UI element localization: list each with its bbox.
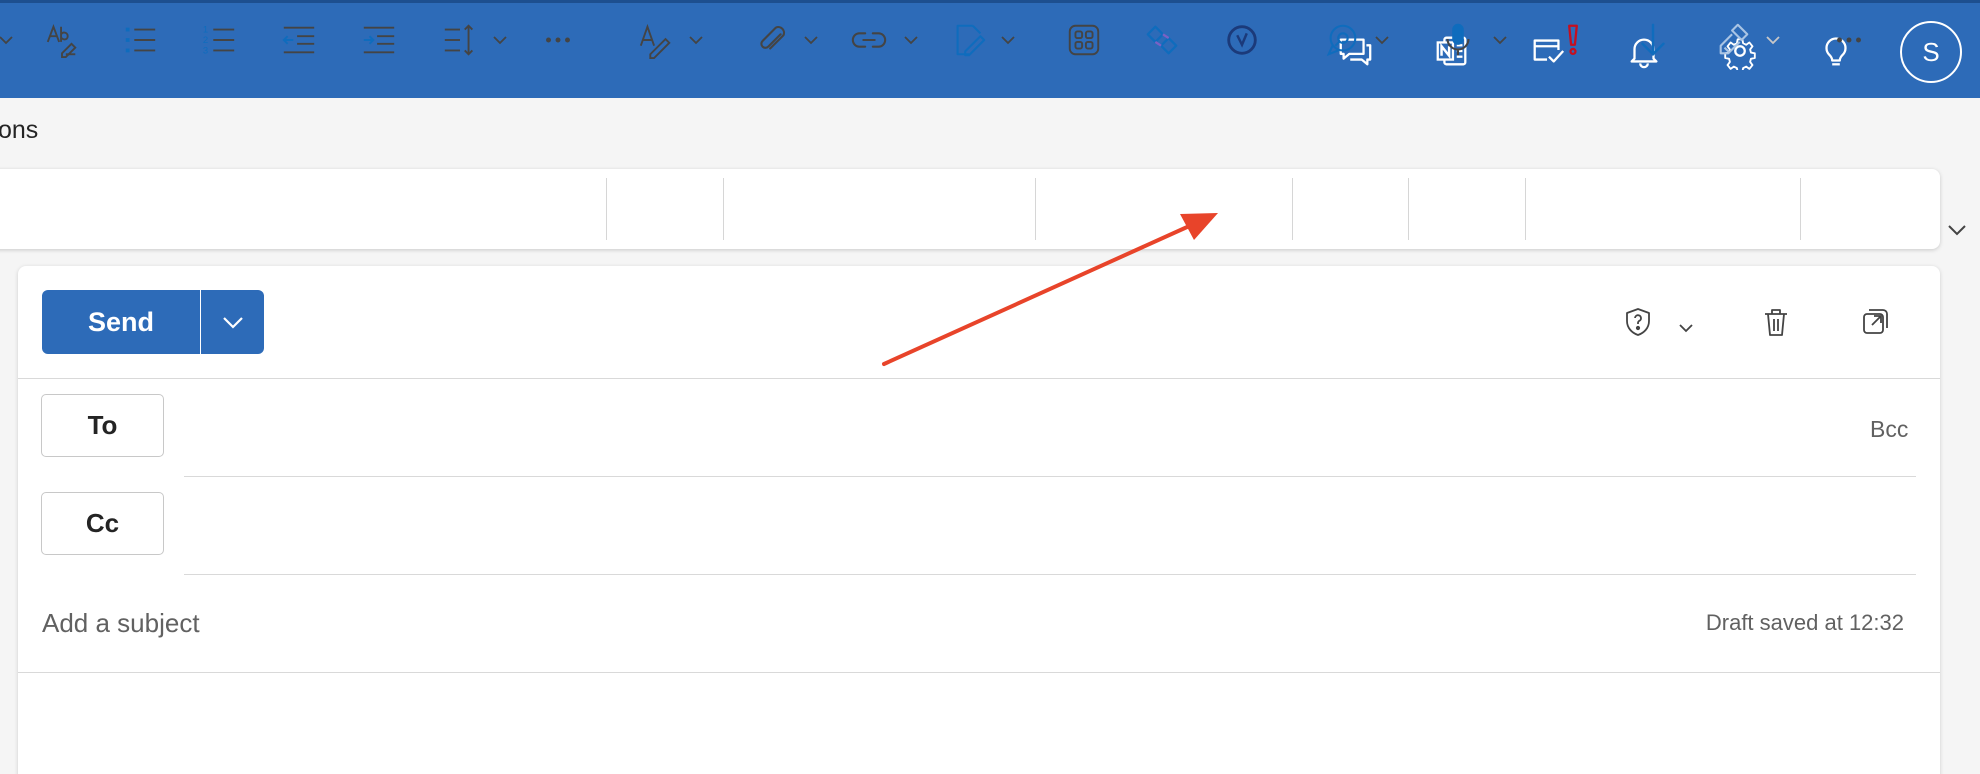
chevron-down-icon[interactable] <box>998 28 1018 52</box>
more-icon[interactable] <box>534 16 582 64</box>
delete-icon[interactable] <box>1758 304 1794 340</box>
toolbar-divider <box>1035 178 1036 240</box>
chevron-down-icon[interactable] <box>1676 316 1696 340</box>
decrease-indent-icon[interactable] <box>275 16 323 64</box>
bcc-button[interactable]: Bcc <box>1870 416 1908 443</box>
svg-text:3: 3 <box>203 45 208 56</box>
chevron-down-icon[interactable] <box>1372 28 1392 52</box>
viva-icon[interactable] <box>1218 16 1266 64</box>
divider <box>18 672 1940 673</box>
toolbar-divider <box>1525 178 1526 240</box>
chevron-down-icon[interactable] <box>0 28 16 52</box>
more-options-icon[interactable] <box>1825 16 1873 64</box>
svg-text:1: 1 <box>203 24 208 35</box>
to-field-underline <box>184 476 1916 477</box>
feedback-icon[interactable] <box>1318 16 1366 64</box>
editor-icon[interactable] <box>632 16 680 64</box>
avatar-initial: S <box>1922 36 1940 67</box>
ribbon-collapse-chevron-icon[interactable] <box>1945 218 1969 242</box>
spelling-icon[interactable] <box>38 16 86 64</box>
chevron-down-icon <box>222 317 243 329</box>
line-spacing-icon[interactable] <box>436 16 484 64</box>
send-button[interactable]: Send <box>42 290 200 354</box>
cc-field-underline <box>184 574 1916 575</box>
compose-pane <box>18 266 1940 774</box>
low-importance-icon[interactable] <box>1629 16 1677 64</box>
pop-out-icon[interactable] <box>1857 304 1893 340</box>
numbering-icon[interactable]: 123 <box>195 16 243 64</box>
send-options-button[interactable] <box>201 290 264 354</box>
attach-icon[interactable] <box>749 16 797 64</box>
ribbon-toolbar <box>0 169 1940 249</box>
ribbon-tab-options[interactable]: ons <box>0 116 38 145</box>
divider <box>18 378 1940 379</box>
chevron-down-icon[interactable] <box>901 28 921 52</box>
dictate-icon[interactable] <box>1434 16 1482 64</box>
toolbar-divider <box>1800 178 1801 240</box>
signature-icon[interactable] <box>945 16 993 64</box>
link-icon[interactable] <box>845 16 893 64</box>
svg-text:2: 2 <box>203 35 208 46</box>
toolbar-divider <box>606 178 607 240</box>
to-button[interactable]: To <box>41 394 164 457</box>
toolbar-divider <box>1408 178 1409 240</box>
chevron-down-icon[interactable] <box>1490 28 1510 52</box>
chevron-down-icon[interactable] <box>801 28 821 52</box>
chevron-down-icon[interactable] <box>686 28 706 52</box>
format-painter-icon[interactable] <box>1710 16 1758 64</box>
bullets-icon[interactable] <box>116 16 164 64</box>
high-importance-icon[interactable] <box>1549 16 1597 64</box>
loop-icon[interactable] <box>1138 16 1186 64</box>
apps-icon[interactable] <box>1060 16 1108 64</box>
sensitivity-shield-icon[interactable] <box>1620 304 1656 340</box>
avatar[interactable]: S <box>1900 21 1962 83</box>
toolbar-divider <box>1292 178 1293 240</box>
chevron-down-icon[interactable] <box>490 28 510 52</box>
subject-input[interactable]: Add a subject <box>42 608 200 639</box>
increase-indent-icon[interactable] <box>355 16 403 64</box>
chevron-down-icon[interactable] <box>1763 28 1783 52</box>
toolbar-divider <box>723 178 724 240</box>
draft-status: Draft saved at 12:32 <box>1705 610 1904 635</box>
cc-button[interactable]: Cc <box>41 492 164 555</box>
